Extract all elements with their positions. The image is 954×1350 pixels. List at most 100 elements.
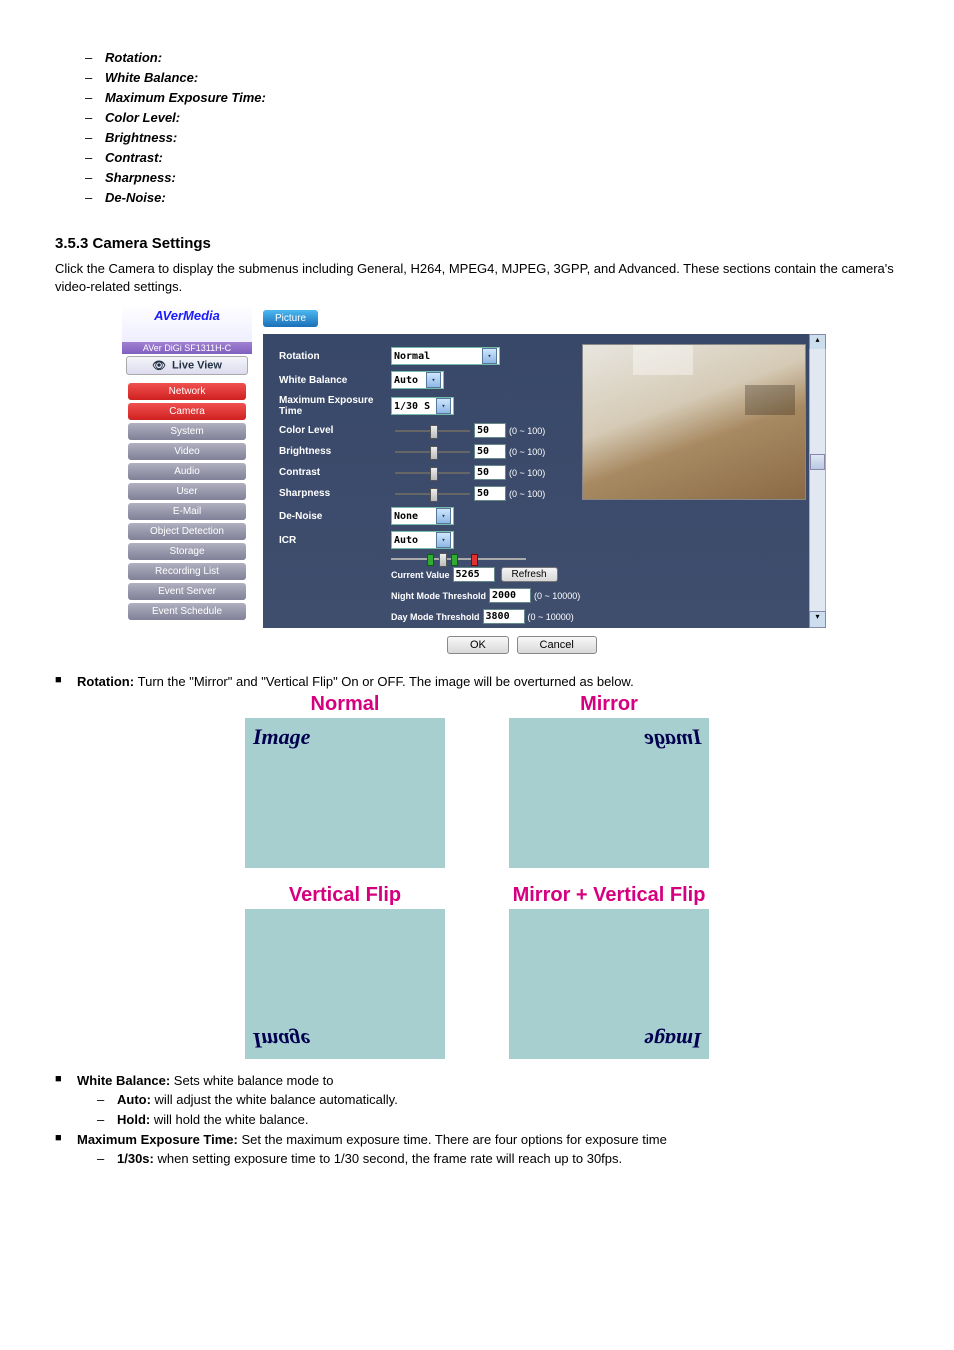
color-slider[interactable] [395, 430, 470, 432]
sidebar-item-object-detection[interactable]: Object Detection [128, 523, 246, 540]
sidebar-item-video[interactable]: Video [128, 443, 246, 460]
list-item: – Auto: will adjust the white balance au… [97, 1092, 899, 1107]
rot-word: Image [644, 724, 701, 750]
rotation-diagram: Normal Image Mirror Image Vertical Flip … [227, 693, 727, 1059]
rot-word: Image [253, 1027, 310, 1053]
bottom-buttons: OK Cancel [447, 636, 601, 654]
met-bullet-text: Set the maximum exposure time. There are… [241, 1132, 666, 1147]
list-item: – 1/30s: when setting exposure time to 1… [97, 1151, 899, 1166]
main-panel: Picture Rotation Normal▾ White Balance A… [257, 304, 832, 660]
rot-word: Image [253, 724, 310, 750]
brightness-input[interactable] [474, 444, 506, 459]
list-item: –Color Level: [85, 110, 899, 125]
list-label: Rotation: [105, 50, 162, 65]
icr-select[interactable]: Auto▾ [391, 531, 454, 549]
denoise-label: De-Noise [279, 511, 391, 522]
rot-word: Image [644, 1027, 701, 1053]
rot-title-mirror: Mirror [491, 693, 727, 716]
sharpness-input[interactable] [474, 486, 506, 501]
square-bullet-icon: ■ [55, 1073, 77, 1088]
ok-button[interactable]: OK [447, 636, 509, 654]
square-bullet-icon: ■ [55, 1132, 77, 1147]
chevron-down-icon: ▾ [436, 532, 451, 548]
scrollbar[interactable] [809, 349, 826, 613]
video-preview [582, 344, 806, 500]
form-area: Rotation Normal▾ White Balance Auto▾ Max… [263, 334, 826, 628]
wb-bullet: ■ White Balance: Sets white balance mode… [55, 1073, 899, 1088]
tab-picture[interactable]: Picture [263, 310, 318, 327]
day-input[interactable] [483, 609, 525, 624]
live-view-button[interactable]: 👁 Live View [126, 356, 248, 375]
sidebar: AVerMedia AVer DiGi SF1311H-C 👁 Live Vie… [122, 304, 252, 614]
logo-box: AVerMedia [122, 304, 252, 342]
sub-logo: AVer DiGi SF1311H-C [122, 342, 252, 354]
brightness-slider[interactable] [395, 451, 470, 453]
list-label: Sharpness: [105, 170, 176, 185]
rotation-select[interactable]: Normal▾ [391, 347, 500, 365]
sharpness-slider[interactable] [395, 493, 470, 495]
sidebar-item-system[interactable]: System [128, 423, 246, 440]
chevron-down-icon: ▾ [482, 348, 497, 364]
rotation-label: Rotation [279, 351, 391, 362]
color-range: (0 ~ 100) [509, 426, 545, 436]
rot-title-normal: Normal [227, 693, 463, 716]
chevron-down-icon: ▾ [426, 372, 441, 388]
curval-input[interactable] [453, 567, 495, 582]
sidebar-item-storage[interactable]: Storage [128, 543, 246, 560]
list-label: Maximum Exposure Time: [105, 90, 266, 105]
icr-threshold-bar[interactable] [391, 554, 526, 564]
list-label: Contrast: [105, 150, 163, 165]
list-label: De-Noise: [105, 190, 166, 205]
met-label: Maximum Exposure Time [279, 395, 391, 417]
sidebar-item-network[interactable]: Network [128, 383, 246, 400]
list-label: Brightness: [105, 130, 177, 145]
night-range: (0 ~ 10000) [534, 591, 580, 601]
denoise-select[interactable]: None▾ [391, 507, 454, 525]
sidebar-item-event-schedule[interactable]: Event Schedule [128, 603, 246, 620]
contrast-label: Contrast [279, 467, 391, 478]
list-label: White Balance: [105, 70, 198, 85]
met-bullet: ■ Maximum Exposure Time: Set the maximum… [55, 1132, 899, 1147]
wb-bullet-text: Sets white balance mode to [174, 1073, 334, 1088]
scroll-thumb[interactable] [810, 454, 825, 470]
list-item: –Brightness: [85, 130, 899, 145]
met-bullet-label: Maximum Exposure Time: [77, 1132, 241, 1147]
sidebar-item-user[interactable]: User [128, 483, 246, 500]
day-label: Day Mode Threshold [391, 612, 480, 622]
sidebar-item-recording-list[interactable]: Recording List [128, 563, 246, 580]
contrast-input[interactable] [474, 465, 506, 480]
chevron-down-icon: ▾ [436, 508, 451, 524]
sidebar-item-email[interactable]: E-Mail [128, 503, 246, 520]
color-input[interactable] [474, 423, 506, 438]
cancel-button[interactable]: Cancel [517, 636, 597, 654]
sidebar-item-camera[interactable]: Camera [128, 403, 246, 420]
rotation-bullet-label: Rotation: [77, 674, 138, 689]
top-param-list: –Rotation: –White Balance: –Maximum Expo… [85, 50, 899, 205]
brand-logo: AVerMedia [154, 308, 220, 323]
section-heading: 3.5.3 Camera Settings [55, 235, 899, 252]
rot-title-mvflip: Mirror + Vertical Flip [491, 884, 727, 907]
night-input[interactable] [489, 588, 531, 603]
brightness-range: (0 ~ 100) [509, 447, 545, 457]
night-label: Night Mode Threshold [391, 591, 486, 601]
sidebar-item-event-server[interactable]: Event Server [128, 583, 246, 600]
wb-select[interactable]: Auto▾ [391, 371, 444, 389]
sidebar-item-audio[interactable]: Audio [128, 463, 246, 480]
sub-label: 1/30s: [117, 1151, 157, 1166]
sub-text: will hold the white balance. [154, 1112, 309, 1127]
list-item: –White Balance: [85, 70, 899, 85]
list-item: –Rotation: [85, 50, 899, 65]
brightness-label: Brightness [279, 446, 391, 457]
scroll-down-icon[interactable]: ▾ [809, 611, 826, 628]
list-item: –Sharpness: [85, 170, 899, 185]
met-select[interactable]: 1/30 S▾ [391, 397, 454, 415]
color-label: Color Level [279, 425, 391, 436]
sidebar-menu: Network Camera System Video Audio User E… [122, 377, 252, 629]
contrast-slider[interactable] [395, 472, 470, 474]
rot-title-vflip: Vertical Flip [227, 884, 463, 907]
list-item: –Maximum Exposure Time: [85, 90, 899, 105]
list-label: Color Level: [105, 110, 180, 125]
wb-bullet-label: White Balance: [77, 1073, 174, 1088]
refresh-button[interactable]: Refresh [501, 567, 558, 582]
live-view-label: Live View [172, 360, 222, 372]
